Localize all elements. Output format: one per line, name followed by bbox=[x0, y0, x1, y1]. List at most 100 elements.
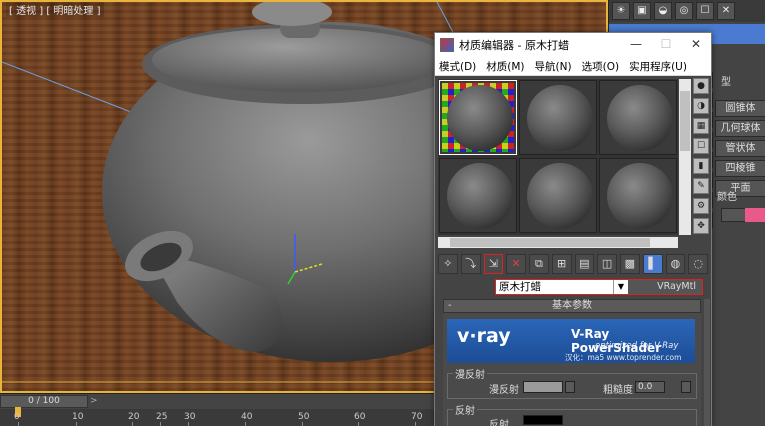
material-editor-body: ● ◑ ▦ ☐ ▮ ✎ ⚙ ✥ ✧ ⤵ ⇲ ✕ ⧉ ⊞ ▤ ◫ ▩ ▌ ◍ ◌ … bbox=[435, 76, 711, 426]
render-icon[interactable]: ▣ bbox=[633, 2, 651, 20]
object-type-button[interactable]: 四棱锥 bbox=[715, 160, 765, 177]
uv-tiling-icon[interactable]: ☐ bbox=[693, 138, 709, 154]
sun-icon[interactable]: ☀ bbox=[612, 2, 630, 20]
app-root: [ 透视 ] [ 明暗处理 ] 0 / 100 > 0 10 20 25 30 40 50 6… bbox=[0, 0, 765, 426]
teapot-icon[interactable]: ◒ bbox=[654, 2, 672, 20]
frame-buffer-icon[interactable]: ☐ bbox=[696, 2, 714, 20]
vray-logo: v·ray bbox=[457, 325, 511, 347]
close-icon[interactable]: ✕ bbox=[717, 2, 735, 20]
diffuse-map-button[interactable] bbox=[565, 381, 575, 393]
timeline-tick-label: 40 bbox=[241, 412, 253, 422]
sample-sphere bbox=[447, 163, 513, 229]
sample-slot[interactable] bbox=[599, 158, 677, 233]
timeline-tick bbox=[245, 422, 246, 426]
vray-banner-credit: 汉化：ma5 www.toprender.com bbox=[565, 353, 682, 362]
options-icon[interactable]: ⚙ bbox=[693, 198, 709, 214]
sample-slot[interactable] bbox=[599, 80, 677, 155]
menu-options[interactable]: 选项(O) bbox=[582, 59, 619, 74]
slot-side-toolbar: ● ◑ ▦ ☐ ▮ ✎ ⚙ ✥ bbox=[693, 78, 711, 238]
render-frame-icon[interactable]: ◎ bbox=[675, 2, 693, 20]
assign-to-selection-icon[interactable]: ⇲ bbox=[483, 254, 504, 274]
sample-sphere bbox=[527, 85, 593, 151]
rollout-scrollbar[interactable] bbox=[704, 299, 710, 426]
timeline-tick-label: 70 bbox=[411, 412, 423, 422]
collapse-icon[interactable]: - bbox=[448, 300, 452, 312]
material-editor-window: 材质编辑器 - 原木打蜡 — ☐ ✕ 模式(D) 材质(M) 导航(N) 选项(… bbox=[434, 32, 712, 426]
chevron-down-icon[interactable]: ▼ bbox=[614, 280, 628, 294]
material-name-field[interactable]: 原木打蜡 bbox=[496, 280, 614, 294]
object-color-swatch[interactable] bbox=[745, 208, 765, 222]
select-by-material-icon[interactable]: ✥ bbox=[693, 218, 709, 234]
slots-vertical-scrollbar[interactable] bbox=[679, 79, 691, 235]
sample-slot-active[interactable] bbox=[439, 80, 517, 155]
sample-type-icon[interactable]: ● bbox=[693, 78, 709, 94]
time-next-icon[interactable]: > bbox=[90, 396, 98, 406]
menu-bar: 模式(D) 材质(M) 导航(N) 选项(O) 实用程序(U) bbox=[435, 57, 711, 76]
sample-slot[interactable] bbox=[439, 158, 517, 233]
material-editor-titlebar[interactable]: 材质编辑器 - 原木打蜡 — ☐ ✕ bbox=[435, 33, 711, 57]
menu-material[interactable]: 材质(M) bbox=[486, 59, 524, 74]
timeline-tick bbox=[160, 422, 161, 426]
object-type-button[interactable]: 圆锥体 bbox=[715, 100, 765, 117]
sample-sphere bbox=[607, 163, 673, 229]
show-end-result-icon[interactable]: ▌ bbox=[642, 254, 663, 274]
menu-navigation[interactable]: 导航(N) bbox=[535, 59, 572, 74]
object-type-button[interactable]: 管状体 bbox=[715, 140, 765, 157]
rollout-title: 基本参数 bbox=[552, 300, 592, 311]
reflection-color-swatch[interactable] bbox=[523, 415, 563, 425]
rollout-header[interactable]: - 基本参数 bbox=[443, 299, 701, 313]
get-material-icon[interactable]: ✧ bbox=[438, 254, 458, 274]
timeline-tick-label: 0 bbox=[14, 412, 20, 422]
material-name-row: 原木打蜡 ▼ VRayMtl bbox=[495, 279, 703, 295]
diffuse-label: 漫反射 bbox=[489, 385, 519, 396]
minimize-button[interactable]: — bbox=[621, 33, 651, 57]
maximize-button[interactable]: ☐ bbox=[651, 33, 681, 57]
material-type-button[interactable]: VRayMtl bbox=[628, 280, 702, 294]
material-editor-app-icon bbox=[440, 38, 454, 52]
put-to-scene-icon[interactable]: ⤵ bbox=[460, 254, 481, 274]
timeline-tick bbox=[188, 422, 189, 426]
go-to-parent-icon[interactable]: ◍ bbox=[665, 254, 686, 274]
vray-banner-subtitle: optimized for V-Ray bbox=[595, 341, 679, 351]
reflection-group bbox=[447, 409, 697, 426]
copy-material-icon[interactable]: ⧉ bbox=[529, 254, 549, 274]
sample-sphere bbox=[447, 85, 513, 151]
timeline-tick bbox=[415, 422, 416, 426]
roughness-spinner[interactable]: 0.0 bbox=[635, 381, 665, 393]
timeline-tick-label: 30 bbox=[184, 412, 196, 422]
close-button[interactable]: ✕ bbox=[681, 33, 711, 57]
reflection-label: 反射 bbox=[489, 420, 509, 426]
sample-slots bbox=[438, 79, 678, 235]
show-map-icon[interactable]: ▩ bbox=[620, 254, 640, 274]
vray-banner: v·ray V-Ray PowerShader optimized for V-… bbox=[447, 319, 695, 363]
video-color-icon[interactable]: ▮ bbox=[693, 158, 709, 174]
sample-slot[interactable] bbox=[519, 80, 597, 155]
time-slider[interactable]: 0 / 100 bbox=[0, 395, 88, 408]
guide-line bbox=[436, 2, 455, 35]
viewport-label[interactable]: [ 透视 ] [ 明暗处理 ] bbox=[6, 2, 104, 17]
window-title: 材质编辑器 - 原木打蜡 bbox=[459, 39, 569, 52]
go-forward-sibling-icon[interactable]: ◌ bbox=[688, 254, 708, 274]
reset-map-icon[interactable]: ✕ bbox=[506, 254, 526, 274]
sample-sphere bbox=[607, 85, 673, 151]
object-type-list: 圆锥体 几何球体 管状体 四棱锥 平面 bbox=[715, 100, 765, 200]
make-unique-icon[interactable]: ⊞ bbox=[551, 254, 572, 274]
backlight-icon[interactable]: ◑ bbox=[693, 98, 709, 114]
object-type-button[interactable]: 几何球体 bbox=[715, 120, 765, 137]
reflection-group-label: 反射 bbox=[453, 402, 477, 417]
put-to-library-icon[interactable]: ▤ bbox=[574, 254, 595, 274]
material-editor-toolbar: ✧ ⤵ ⇲ ✕ ⧉ ⊞ ▤ ◫ ▩ ▌ ◍ ◌ bbox=[438, 253, 708, 275]
sample-slot[interactable] bbox=[519, 158, 597, 233]
menu-utilities[interactable]: 实用程序(U) bbox=[629, 59, 687, 74]
roughness-map-button[interactable] bbox=[681, 381, 691, 393]
scroll-thumb[interactable] bbox=[450, 238, 650, 247]
timeline-tick bbox=[18, 422, 19, 426]
menu-mode[interactable]: 模式(D) bbox=[439, 59, 476, 74]
material-id-icon[interactable]: ◫ bbox=[597, 254, 617, 274]
slots-horizontal-scrollbar[interactable] bbox=[438, 237, 678, 248]
scroll-thumb[interactable] bbox=[680, 91, 690, 151]
diffuse-color-swatch[interactable] bbox=[523, 381, 563, 393]
object-type-heading: 型 bbox=[721, 77, 731, 88]
make-preview-icon[interactable]: ✎ bbox=[693, 178, 709, 194]
background-icon[interactable]: ▦ bbox=[693, 118, 709, 134]
